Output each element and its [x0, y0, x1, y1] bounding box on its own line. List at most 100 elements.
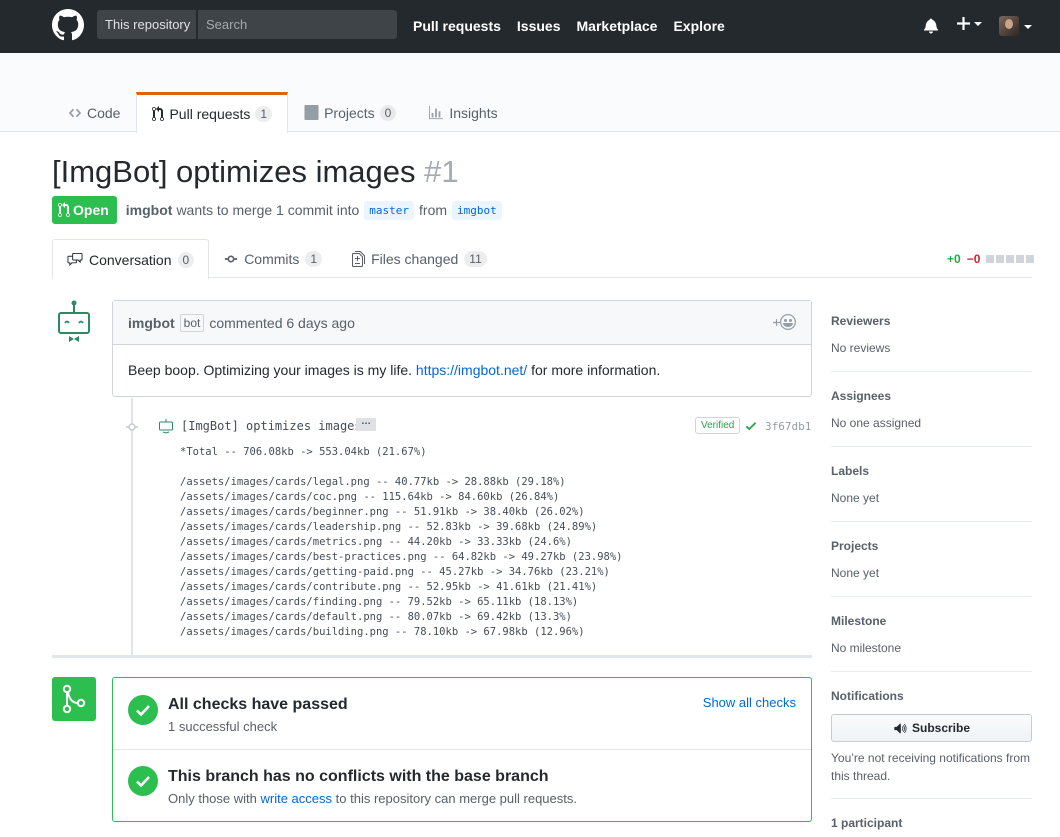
expand-commit-button[interactable]: … — [356, 417, 376, 431]
tab-pull-requests[interactable]: Pull requests 1 — [136, 92, 289, 133]
pr-meta: Open imgbot wants to merge 1 commit into… — [52, 196, 507, 224]
add-reaction-button[interactable] — [773, 314, 796, 330]
commit-icon — [126, 421, 138, 433]
project-icon — [304, 105, 319, 120]
files-changed-counter: 11 — [464, 251, 487, 267]
graph-icon — [429, 105, 444, 119]
diff-icon — [352, 251, 366, 267]
sidebar-value: No reviews — [831, 341, 891, 355]
bot-badge: bot — [179, 313, 205, 332]
tab-files-changed[interactable]: Files changed 11 — [337, 239, 502, 278]
conflicts-subtitle: Only those with write access to this rep… — [168, 791, 577, 806]
pull-requests-counter: 1 — [255, 106, 273, 122]
sidebar-projects[interactable]: Projects None yet — [831, 539, 1032, 597]
tab-code[interactable]: Code — [52, 92, 136, 132]
status-badge: Open — [52, 196, 117, 224]
pr-title-text: [ImgBot] optimizes images — [52, 154, 416, 189]
head-branch[interactable]: imgbot — [452, 200, 502, 220]
imgbot-avatar[interactable] — [55, 300, 93, 344]
additions-count: +0 — [947, 252, 961, 266]
conflicts-text: Only those with — [168, 791, 257, 806]
show-all-checks-link[interactable]: Show all checks — [703, 695, 796, 710]
comment-body: Beep boop. Optimizing your images is my … — [113, 345, 811, 395]
nav-pull-requests[interactable]: Pull requests — [413, 17, 501, 35]
timeline-line — [131, 398, 133, 655]
plus-icon — [773, 318, 780, 326]
write-access-link[interactable]: write access — [261, 791, 333, 806]
smiley-icon — [780, 314, 796, 330]
sidebar-assignees[interactable]: Assignees No one assigned — [831, 389, 1032, 447]
sidebar-heading: Assignees — [831, 389, 892, 403]
sidebar-reviewers[interactable]: Reviewers No reviews — [831, 314, 1032, 372]
comment-text: Beep boop. Optimizing your images is my … — [128, 362, 413, 378]
git-merge-icon — [52, 677, 96, 721]
commit-sha[interactable]: 3f67db1 — [765, 420, 811, 433]
merge-text: wants to merge 1 commit into — [176, 202, 360, 218]
comment-discussion-icon — [67, 252, 83, 267]
tab-commits-label: Commits — [244, 251, 300, 267]
comment-time[interactable]: commented 6 days ago — [209, 315, 355, 331]
sidebar-heading: Reviewers — [831, 314, 891, 328]
diffstat-block — [1006, 255, 1015, 263]
page-title: [ImgBot] optimizes images #1 — [52, 154, 459, 190]
tab-projects[interactable]: Projects 0 — [288, 92, 412, 132]
conflicts-text-end: to this repository can merge pull reques… — [335, 791, 577, 806]
check-icon — [128, 766, 158, 796]
global-nav: Pull requests Issues Marketplace Explore — [413, 17, 725, 35]
top-header: This repository Pull requests Issues Mar… — [0, 0, 1060, 53]
diffstat-block — [1026, 255, 1035, 263]
comment-text-end: for more information. — [531, 362, 661, 378]
checks-subtitle: 1 successful check — [168, 719, 278, 734]
plus-icon — [957, 17, 970, 30]
from-text: from — [419, 202, 448, 218]
conflicts-title: This branch has no conflicts with the ba… — [168, 768, 549, 785]
tab-insights-label: Insights — [449, 104, 498, 121]
check-icon[interactable] — [745, 419, 757, 433]
code-icon — [68, 108, 82, 117]
github-logo-icon[interactable] — [52, 9, 84, 41]
status-label: Open — [73, 202, 109, 218]
nav-marketplace[interactable]: Marketplace — [577, 17, 658, 35]
search-input[interactable] — [198, 10, 397, 39]
checks-title: All checks have passed — [168, 696, 348, 713]
subscribe-label: Subscribe — [911, 721, 971, 735]
diffstat-block — [986, 255, 995, 263]
subscribe-button[interactable]: Subscribe — [831, 714, 1032, 742]
imgbot-link[interactable]: https://imgbot.net/ — [416, 362, 527, 378]
deletions-count: −0 — [966, 252, 981, 266]
comment-header: imgbot bot commented 6 days ago — [113, 301, 811, 345]
user-avatar[interactable] — [999, 16, 1019, 36]
diffstat-block — [1016, 255, 1025, 263]
diffstat: +0 −0 — [947, 252, 1035, 266]
search-scope-label[interactable]: This repository — [97, 10, 197, 39]
pull-request-icon — [152, 106, 165, 122]
bell-icon[interactable] — [924, 17, 938, 34]
nav-issues[interactable]: Issues — [517, 17, 561, 35]
tab-conversation-label: Conversation — [89, 251, 172, 268]
sidebar-labels[interactable]: Labels None yet — [831, 464, 1032, 522]
verified-badge[interactable]: Verified — [695, 417, 741, 434]
sidebar-heading: Labels — [831, 464, 870, 478]
chevron-down-icon[interactable] — [1024, 25, 1032, 29]
commit-message[interactable]: [ImgBot] optimizes images — [181, 419, 362, 433]
imgbot-mini-avatar[interactable] — [158, 418, 174, 434]
sidebar-value: None yet — [831, 566, 880, 580]
nav-explore[interactable]: Explore — [673, 17, 724, 35]
sidebar-milestone[interactable]: Milestone No milestone — [831, 614, 1032, 672]
commits-counter: 1 — [305, 251, 323, 267]
sidebar-value: No milestone — [831, 641, 902, 655]
comment: imgbot bot commented 6 days ago Beep boo… — [112, 300, 812, 397]
check-icon — [128, 695, 158, 725]
tab-commits[interactable]: Commits 1 — [209, 239, 337, 278]
participants-heading: 1 participant — [831, 816, 903, 830]
checks-section: All checks have passed 1 successful chec… — [113, 678, 811, 750]
base-branch[interactable]: master — [364, 200, 415, 220]
tab-conversation[interactable]: Conversation 0 — [52, 239, 210, 279]
notification-note: You’re not receiving notifications from … — [831, 751, 1030, 783]
create-new-dropdown[interactable] — [957, 17, 982, 30]
comment-author[interactable]: imgbot — [128, 315, 175, 331]
pr-author-link[interactable]: imgbot — [126, 202, 173, 218]
projects-counter: 0 — [379, 104, 397, 121]
tab-insights[interactable]: Insights — [412, 92, 513, 132]
sidebar-value: No one assigned — [831, 416, 922, 430]
